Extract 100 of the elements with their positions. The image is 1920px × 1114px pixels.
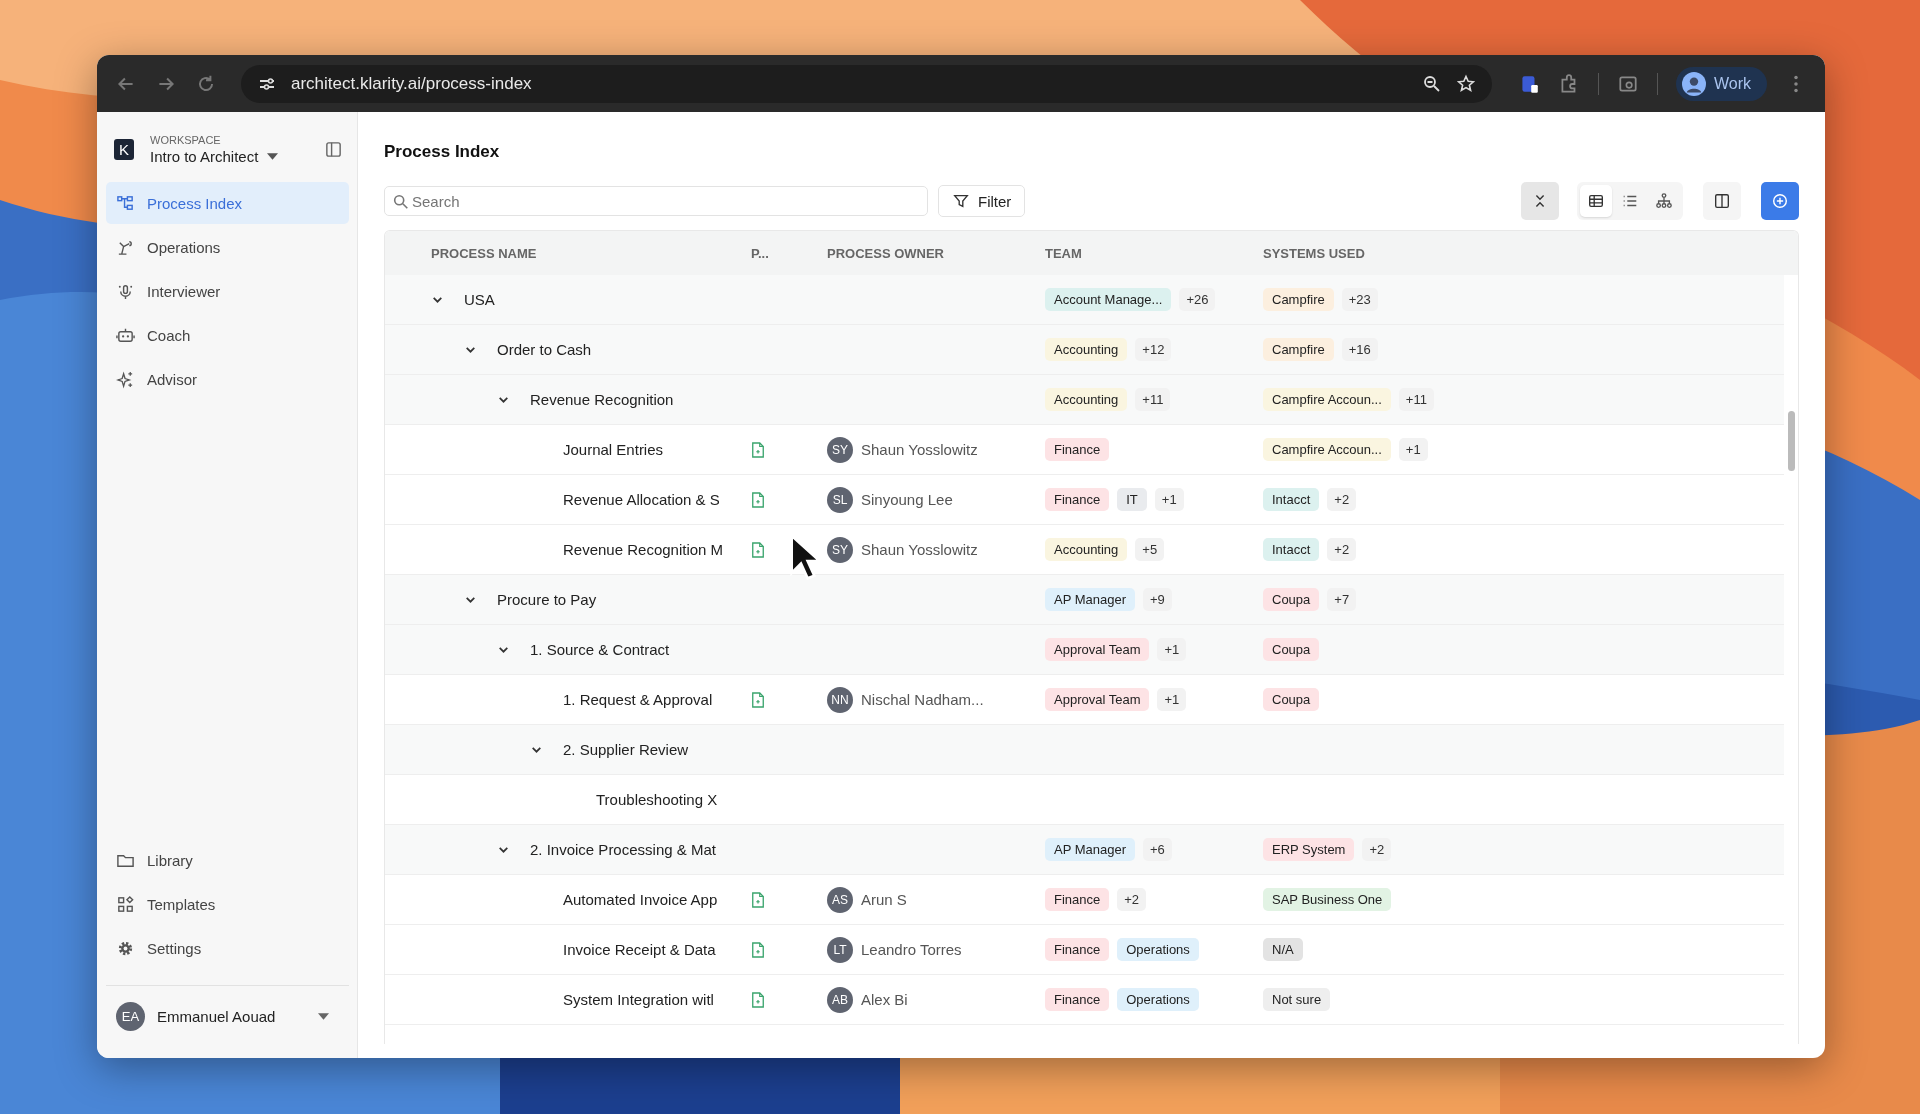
filter-button[interactable]: Filter — [938, 185, 1026, 217]
sparkle-icon — [116, 369, 135, 389]
team-tag: Finance — [1045, 938, 1110, 961]
address-bar[interactable]: architect.klarity.ai/process-index — [241, 64, 1492, 103]
owner-avatar: AS — [827, 886, 853, 913]
owner-name: Arun S — [861, 891, 907, 908]
more-count: +2 — [1327, 538, 1357, 561]
column-header[interactable]: PROCESS OWNER — [827, 245, 1045, 261]
table-row[interactable]: 1. Source & Contract Approval Team +1 Coupa — [385, 625, 1784, 675]
more-count: +1 — [1398, 438, 1428, 461]
system-tag: SAP Business One — [1263, 888, 1392, 911]
hierarchy-icon — [116, 193, 135, 213]
workspace-label: WORKSPACE — [150, 133, 222, 146]
collapse-button[interactable] — [1521, 182, 1559, 220]
more-count: +9 — [1143, 588, 1172, 611]
more-count: +7 — [1327, 588, 1357, 611]
scrollbar-thumb[interactable] — [1787, 411, 1795, 471]
column-header[interactable]: P... — [751, 245, 827, 261]
owner-avatar: AB — [827, 986, 853, 1013]
more-count: +16 — [1341, 338, 1378, 361]
view-button[interactable] — [1580, 185, 1612, 217]
column-header[interactable]: SYSTEMS USED — [1263, 245, 1784, 261]
system-tag: Coupa — [1263, 688, 1320, 711]
hierarchy-icon — [1655, 192, 1673, 210]
system-tag: Campfire — [1263, 288, 1334, 311]
team-tag: Account Manage... — [1045, 288, 1172, 311]
process-name: 1. Source & Contract — [530, 641, 670, 658]
system-tag: Campfire — [1263, 338, 1334, 361]
add-button[interactable] — [1761, 182, 1799, 220]
columns-button[interactable] — [1703, 182, 1741, 220]
team-tag: AP Manager — [1045, 838, 1136, 861]
process-name: Revenue Recognition — [530, 391, 674, 408]
star-icon[interactable] — [1455, 73, 1476, 94]
table-row[interactable]: 2. Invoice Processing & Mat AP Manager +6 ERP System +2 — [385, 825, 1784, 875]
caret-icon — [267, 152, 279, 160]
more-count: +11 — [1398, 388, 1434, 411]
column-header[interactable]: TEAM — [1045, 245, 1263, 261]
more-count: +26 — [1179, 288, 1216, 311]
system-tag: Coupa — [1263, 588, 1320, 611]
more-count: +1 — [1154, 488, 1184, 511]
table-row[interactable]: USA Account Manage... +26 Campfire +23 — [385, 275, 1784, 325]
owner-avatar: SY — [827, 436, 853, 463]
process-name: 2. Supplier Review — [563, 741, 689, 758]
table-icon — [1587, 192, 1605, 210]
column-header[interactable]: PROCESS NAME — [385, 245, 751, 261]
nav-item[interactable]: Templates — [106, 883, 349, 925]
avatar-icon — [1681, 71, 1706, 96]
search-icon — [392, 193, 410, 211]
document-icon[interactable] — [751, 441, 765, 458]
document-icon[interactable] — [751, 991, 765, 1008]
process-name: 2. Invoice Processing & Mat — [530, 841, 716, 858]
user-menu[interactable]: EA Emmanuel Aouad — [106, 985, 349, 1046]
more-count: +5 — [1135, 538, 1165, 561]
system-tag: Not sure — [1263, 988, 1331, 1011]
owner-avatar: SL — [827, 486, 853, 513]
nav-item[interactable]: Interviewer — [106, 270, 349, 312]
document-icon[interactable] — [751, 941, 765, 958]
team-tag: IT — [1117, 488, 1147, 511]
more-count: +6 — [1143, 838, 1172, 861]
document-icon[interactable] — [751, 541, 765, 558]
sidebar-toggle-icon[interactable] — [324, 139, 343, 159]
team-tag: Operations — [1117, 988, 1199, 1011]
document-icon[interactable] — [751, 891, 765, 908]
team-tag: Accounting — [1045, 338, 1128, 361]
nav-item[interactable]: Advisor — [106, 358, 349, 400]
nav-item[interactable]: Settings — [106, 927, 349, 969]
owner-avatar: SY — [827, 536, 853, 563]
table-row[interactable]: Order to Cash Accounting +12 Campfire +16 — [385, 325, 1784, 375]
nav-item[interactable]: Process Index — [106, 182, 349, 224]
more-count: +11 — [1135, 388, 1171, 411]
team-tag: Operations — [1117, 938, 1199, 961]
nav-item[interactable]: Library — [106, 839, 349, 881]
table-row[interactable]: 2. Supplier Review — [385, 725, 1784, 775]
process-name: Automated Invoice App — [563, 891, 718, 908]
document-icon[interactable] — [751, 491, 765, 508]
search-field[interactable]: Search — [384, 186, 928, 216]
columns-icon — [1713, 192, 1731, 210]
more-count: +23 — [1341, 288, 1378, 311]
team-tag: Finance — [1045, 988, 1110, 1011]
process-name: 1. Request & Approval — [563, 691, 713, 708]
caret-icon — [318, 1012, 329, 1020]
page-title: Process Index — [384, 142, 501, 162]
owner-name: Shaun Yosslowitz — [861, 541, 978, 558]
more-count: +2 — [1117, 888, 1147, 911]
table-row[interactable]: Revenue Recognition Accounting +11 Campfire Accoun... +11 — [385, 375, 1784, 425]
more-count: +2 — [1362, 838, 1392, 861]
nav-item[interactable]: Coach — [106, 314, 349, 356]
nav-item[interactable]: Operations — [106, 226, 349, 268]
zoom-icon[interactable] — [1421, 73, 1442, 94]
process-name: USA — [464, 291, 495, 308]
document-icon[interactable] — [751, 691, 765, 708]
process-name: Troubleshooting X — [596, 791, 718, 808]
system-tag: Intacct — [1263, 538, 1320, 561]
add-icon — [1771, 192, 1789, 210]
owner-avatar: LT — [827, 936, 853, 963]
table-row[interactable]: Procure to Pay AP Manager +9 Coupa +7 — [385, 575, 1784, 625]
profile-button[interactable]: Work — [1675, 66, 1767, 101]
team-tag: Finance — [1045, 438, 1110, 461]
process-name: Journal Entries — [563, 441, 664, 458]
workspace-selector[interactable]: Intro to Architect — [150, 147, 308, 165]
